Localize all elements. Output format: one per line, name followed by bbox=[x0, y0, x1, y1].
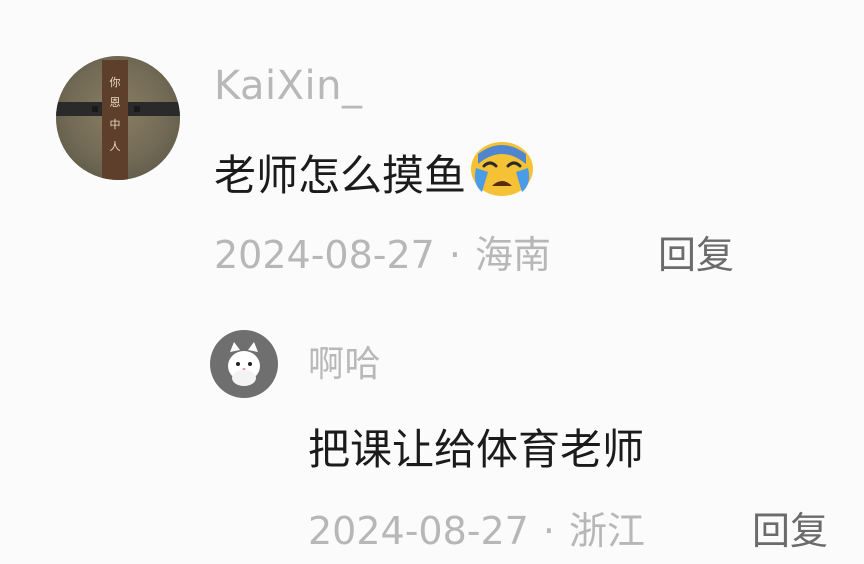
reply-meta: 2024-08-27 · 浙江 bbox=[308, 506, 645, 556]
comment-text-content: 老师怎么摸鱼 bbox=[214, 151, 467, 200]
reply-button[interactable]: 回复 bbox=[658, 230, 734, 280]
comment-location: 海南 bbox=[474, 233, 551, 277]
meta-separator: · bbox=[448, 233, 461, 277]
reply-location: 浙江 bbox=[568, 509, 645, 553]
svg-text:人: 人 bbox=[110, 140, 121, 153]
avatar[interactable]: 你 恩 中 人 bbox=[56, 56, 180, 180]
svg-text:恩: 恩 bbox=[110, 96, 121, 109]
reply-reply-button[interactable]: 回复 bbox=[752, 506, 828, 556]
reply-username[interactable]: 啊哈 bbox=[308, 342, 381, 388]
crying-face-icon bbox=[468, 140, 536, 212]
comment-item: 你 恩 中 人 KaiXin_ 老师怎么摸鱼 2024-08-27 · 海南 回… bbox=[0, 0, 864, 300]
reply-date: 2024-08-27 bbox=[308, 509, 529, 553]
comment-meta: 2024-08-27 · 海南 bbox=[214, 230, 551, 280]
svg-text:中: 中 bbox=[110, 118, 121, 131]
reply-item: 啊哈 把课让给体育老师 2024-08-27 · 浙江 回复 bbox=[0, 300, 864, 564]
comment-text: 老师怎么摸鱼 bbox=[214, 140, 536, 212]
meta-separator: · bbox=[542, 509, 555, 553]
svg-text:你: 你 bbox=[110, 76, 121, 89]
avatar-image: 你 恩 中 人 bbox=[56, 56, 180, 180]
cat-avatar-image bbox=[210, 330, 278, 398]
reply-text: 把课让给体育老师 bbox=[308, 425, 645, 474]
reply-avatar[interactable] bbox=[210, 330, 278, 398]
comment-username[interactable]: KaiXin_ bbox=[214, 62, 363, 110]
comment-date: 2024-08-27 bbox=[214, 233, 435, 277]
